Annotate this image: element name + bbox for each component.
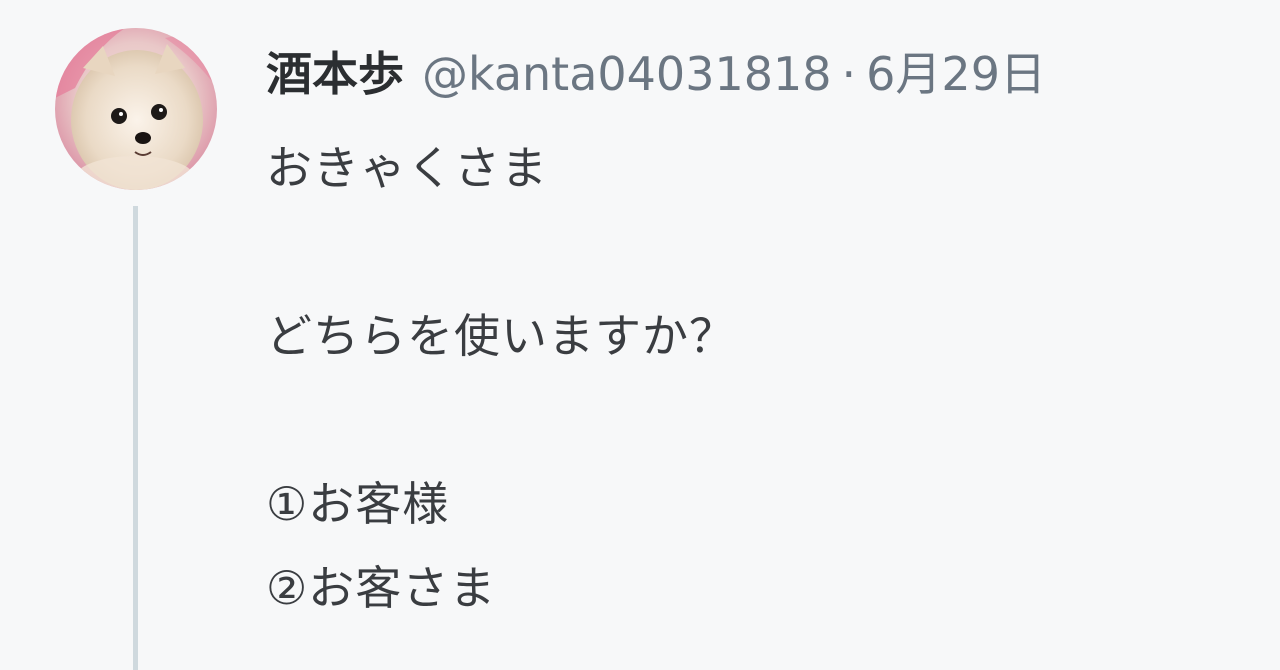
tweet-text-line	[266, 210, 1256, 294]
tweet-text: おきゃくさま どちらを使いますか？ ①お客様 ②お客さま	[266, 126, 1256, 630]
tweet-text-line: ②お客さま	[266, 561, 497, 615]
author-handle[interactable]: @kanta04031818	[422, 38, 832, 110]
tweet[interactable]: 酒本歩 @kanta04031818 · 6月29日 おきゃくさま どちらを使い…	[0, 0, 1280, 670]
tweet-text-line: ①お客様	[266, 477, 450, 531]
thread-connector-line	[133, 206, 138, 670]
tweet-text-line: どちらを使いますか？	[266, 309, 736, 363]
tweet-date[interactable]: 6月29日	[866, 38, 1046, 110]
author-display-name[interactable]: 酒本歩	[266, 38, 404, 110]
tweet-content: 酒本歩 @kanta04031818 · 6月29日 おきゃくさま どちらを使い…	[266, 38, 1256, 630]
pomeranian-avatar-image	[55, 28, 217, 190]
tweet-text-line: おきゃくさま	[266, 141, 548, 195]
tweet-text-line	[266, 378, 1256, 462]
avatar[interactable]	[55, 28, 217, 190]
tweet-header: 酒本歩 @kanta04031818 · 6月29日	[266, 38, 1256, 110]
header-separator: ·	[841, 47, 857, 101]
